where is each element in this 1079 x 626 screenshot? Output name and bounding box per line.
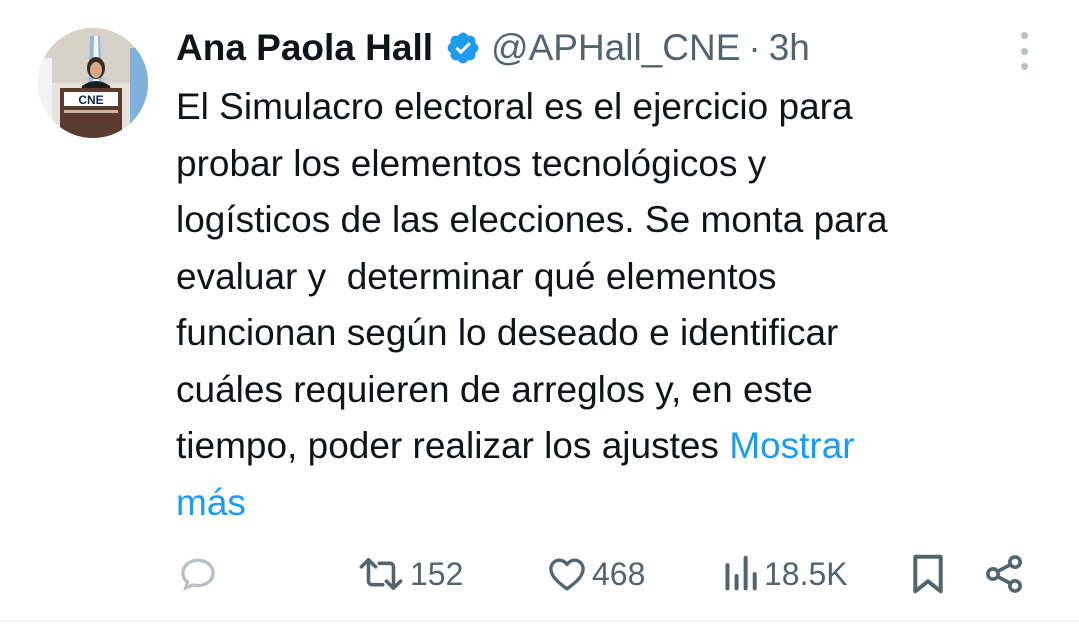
tweet-text-line: evaluar y determinar qué elementos [176, 255, 777, 297]
header-separator: · [748, 27, 761, 68]
retweet-count: 152 [410, 555, 464, 592]
views-button[interactable]: 18.5K [720, 546, 848, 602]
tweet-divider [0, 620, 1079, 622]
retweet-icon [359, 557, 403, 591]
more-dot-icon [1020, 63, 1028, 70]
bookmark-icon [913, 554, 943, 594]
bookmark-button[interactable] [908, 546, 948, 602]
verified-badge-icon [445, 30, 481, 66]
tweet-text-line: logísticos de las elecciones. Se monta p… [176, 199, 888, 240]
tweet-text-segment: tiempo, poder realizar los ajustes [176, 425, 730, 466]
tweet-card[interactable]: CNE Ana Paola Hall @APHall_CNE · 3h El S… [0, 0, 1079, 626]
tweet-action-bar: 152 468 18.5K [0, 546, 1079, 602]
like-button[interactable]: 468 [546, 546, 645, 602]
tweet-header: Ana Paola Hall @APHall_CNE · 3h [176, 22, 810, 74]
retweet-button[interactable]: 152 [356, 546, 463, 602]
tweet-text-line: funcionan según lo deseado e identificar [176, 312, 839, 353]
tweet-text-line: El Simulacro electoral es el ejercicio p… [176, 86, 853, 127]
more-options-button[interactable] [1006, 28, 1042, 74]
show-more-link-continuation[interactable]: más [176, 482, 246, 523]
tweet-body: El Simulacro electoral es el ejercicio p… [176, 79, 1016, 531]
heart-icon [549, 558, 585, 591]
more-dot-icon [1020, 32, 1028, 39]
display-name[interactable]: Ana Paola Hall [176, 27, 433, 69]
views-count: 18.5K [764, 555, 848, 592]
share-icon [986, 555, 1022, 593]
tweet-text-line: cuáles requieren de arreglos y, en este [176, 368, 813, 410]
share-button[interactable] [982, 546, 1026, 602]
tweet-text-line-last: tiempo, poder realizar los ajustes Mostr… [176, 418, 1016, 475]
reply-button[interactable] [176, 546, 220, 602]
views-icon [725, 555, 757, 591]
author-handle[interactable]: @APHall_CNE [491, 27, 740, 69]
like-count: 468 [592, 555, 646, 592]
show-more-link[interactable]: Mostrar [729, 425, 854, 466]
tweet-text-line-show-more: más [176, 475, 1016, 532]
more-dot-icon [1020, 47, 1028, 55]
reply-icon [181, 558, 215, 591]
tweet-text-line: probar los elementos tecnológicos y [176, 142, 767, 184]
avatar-image: CNE [38, 28, 148, 138]
avatar-sign-text: CNE [78, 93, 103, 107]
avatar[interactable]: CNE [38, 28, 148, 138]
tweet-timestamp[interactable]: 3h [769, 27, 810, 69]
